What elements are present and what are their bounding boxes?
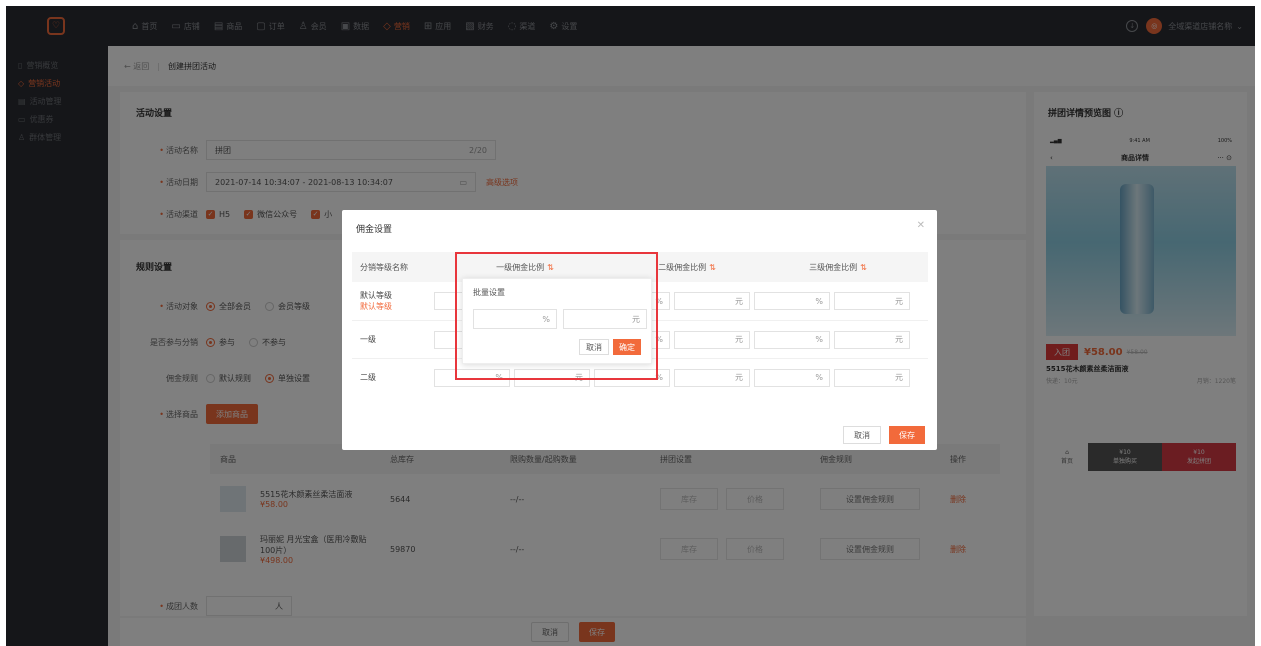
percent-input[interactable]: % [754,330,830,349]
highlight-box [455,252,658,380]
level-name-cell: 默认等级 默认等级 [352,290,434,312]
level-name: 二级 [360,373,376,382]
header-text: 三级佣金比例 [809,262,858,272]
batch-edit-icon[interactable]: ⇅ [709,263,716,272]
yuan-input[interactable]: 元 [674,330,750,349]
yuan-input[interactable]: 元 [674,368,750,387]
modal-footer: 取消 保存 [843,426,925,444]
level-name-cell: 一级 [352,334,434,345]
level3-inputs: % 元 [754,368,914,387]
column-header-level3[interactable]: 三级佣金比例 ⇅ [768,262,908,273]
modal-title: 佣金设置 [356,225,393,235]
batch-edit-icon[interactable]: ⇅ [860,263,867,272]
default-tag: 默认等级 [360,302,392,311]
percent-input[interactable]: % [754,292,830,310]
column-header: 分销等级名称 [360,262,408,272]
close-icon[interactable]: ✕ [917,220,925,231]
yuan-input[interactable]: 元 [834,292,910,310]
level3-inputs: % 元 [754,292,914,310]
level-name-cell: 二级 [352,372,434,383]
yuan-input[interactable]: 元 [834,330,910,349]
level3-inputs: % 元 [754,330,914,349]
yuan-input[interactable]: 元 [674,292,750,310]
modal-save-button[interactable]: 保存 [889,426,925,444]
header-text: 二级佣金比例 [658,262,707,272]
level-name: 默认等级 [360,291,392,300]
modal-cancel-button[interactable]: 取消 [843,426,881,444]
level-name: 一级 [360,335,376,344]
yuan-input[interactable]: 元 [834,368,910,387]
percent-input[interactable]: % [754,368,830,387]
